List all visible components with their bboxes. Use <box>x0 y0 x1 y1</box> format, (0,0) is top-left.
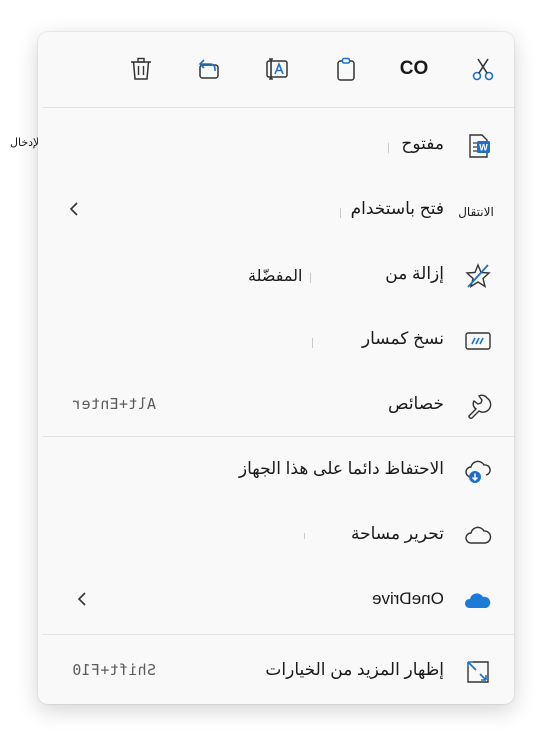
trash-icon <box>131 57 151 80</box>
context-menu: CO W مفتوح الانتقال فتح باستخدام إزالة م… <box>38 32 514 704</box>
favorites-label: المفضّلة <box>248 268 303 285</box>
rename-icon <box>266 58 288 80</box>
open-with-icon: الانتقال <box>456 202 496 222</box>
path-icon <box>464 327 492 355</box>
rename-button[interactable] <box>262 54 292 84</box>
menu-item-open-with[interactable]: الانتقال فتح باستخدام <box>38 178 514 242</box>
menu-item-copy-as-path[interactable]: نسخ كمسار <box>38 308 514 372</box>
menu-item-show-more-options[interactable]: إظهار المزيد من الخيارات Shift+F10 <box>38 639 514 703</box>
copy-as-path-label: نسخ كمسار <box>361 329 444 348</box>
chevron-left-icon <box>69 202 78 216</box>
show-more-options-label: إظهار المزيد من الخيارات <box>265 660 444 679</box>
show-more-shortcut: Shift+F10 <box>72 661 156 679</box>
cloud-icon <box>464 522 492 550</box>
separator <box>42 107 514 108</box>
menu-item-always-keep[interactable]: الاحتفاظ دائما على هذا الجهاز <box>38 438 514 502</box>
star-remove-icon <box>464 262 492 290</box>
separator-tick <box>340 208 341 218</box>
onedrive-icon <box>464 587 492 615</box>
cut-button[interactable] <box>468 54 498 84</box>
cloud-download-icon <box>464 457 492 485</box>
paste-button[interactable] <box>331 54 361 84</box>
separator-tick <box>312 338 313 348</box>
menu-item-onedrive[interactable]: OneDrive <box>38 568 514 632</box>
clipboard-icon <box>337 57 355 81</box>
separator-tick <box>388 143 389 153</box>
separator <box>42 436 514 437</box>
copy-button[interactable]: CO <box>396 54 432 84</box>
share-icon <box>198 59 219 79</box>
properties-shortcut: Alt+Enter <box>72 395 156 413</box>
properties-label: خصائص <box>388 394 444 413</box>
menu-item-properties[interactable]: خصائص Alt+Enter <box>38 373 514 437</box>
copy-label: CO <box>399 58 429 79</box>
open-with-icon-text: الانتقال <box>458 205 494 219</box>
wrench-icon <box>464 392 492 420</box>
word-document-icon: W <box>464 132 492 160</box>
scissors-icon <box>472 58 494 81</box>
always-keep-label: الاحتفاظ دائما على هذا الجهاز <box>238 459 444 478</box>
separator-tick <box>310 273 311 283</box>
free-up-space-label: تحرير مساحة <box>351 524 444 543</box>
menu-item-open[interactable]: W مفتوح <box>38 113 514 177</box>
show-more-icon <box>464 658 492 686</box>
open-label: مفتوح <box>401 134 444 153</box>
open-with-label: فتح باستخدام <box>350 199 444 218</box>
share-button[interactable] <box>194 54 224 84</box>
quick-actions-toolbar: CO <box>38 32 514 108</box>
menu-item-free-up-space[interactable]: تحرير مساحة <box>38 503 514 567</box>
separator <box>42 634 514 635</box>
chevron-left-icon <box>77 592 86 606</box>
svg-text:W: W <box>479 143 488 153</box>
delete-button[interactable] <box>126 54 156 84</box>
menu-item-remove-from-favorites[interactable]: إزالة من المفضّلة <box>38 243 514 307</box>
onedrive-label: OneDrive <box>372 589 444 608</box>
separator-tick <box>304 533 305 539</box>
remove-favorites-label: إزالة من <box>385 264 444 283</box>
